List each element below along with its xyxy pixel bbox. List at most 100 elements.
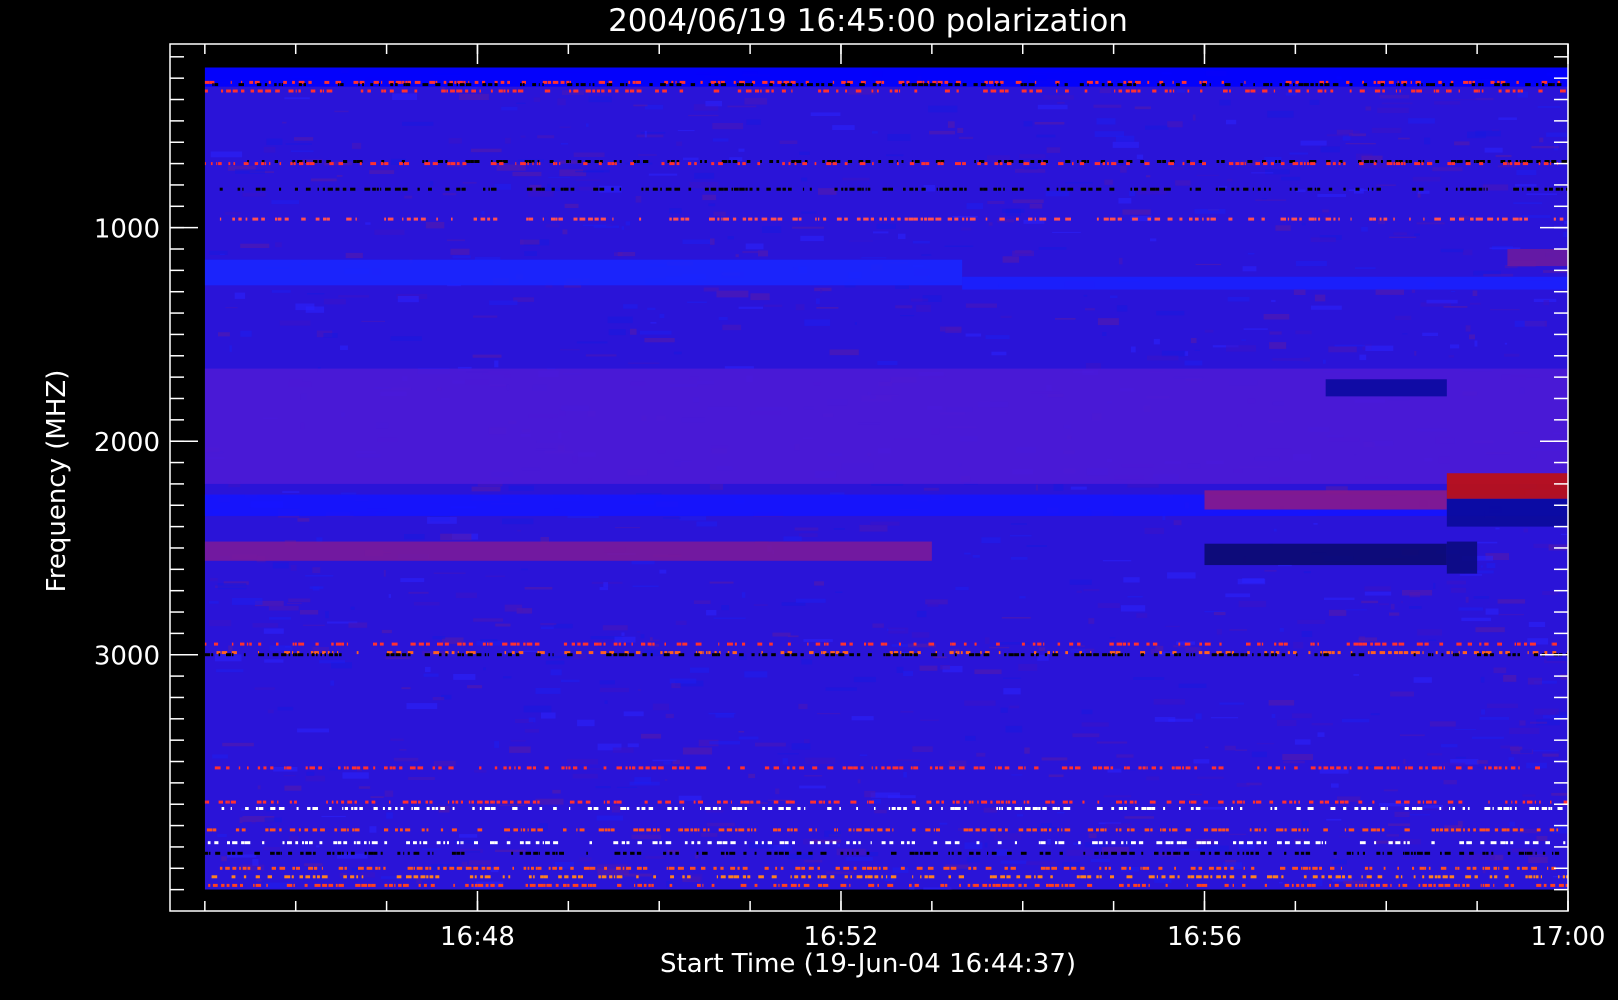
- noise-cell: [316, 537, 323, 543]
- line-segment: [697, 800, 703, 804]
- noise-cell: [504, 137, 511, 144]
- line-segment: [346, 766, 349, 770]
- noise-cell: [283, 774, 296, 777]
- line-segment: [1131, 89, 1137, 93]
- noise-cell: [1295, 330, 1312, 335]
- line-segment: [655, 89, 659, 93]
- noise-cell: [1085, 363, 1101, 370]
- line-segment: [1178, 642, 1181, 646]
- line-segment: [1483, 187, 1485, 191]
- line-segment: [1061, 828, 1063, 832]
- line-segment: [1486, 851, 1489, 855]
- line-segment: [226, 883, 230, 887]
- noise-cell: [1465, 325, 1471, 332]
- line-segment: [788, 162, 791, 166]
- line-segment: [849, 883, 851, 887]
- line-segment: [1179, 807, 1181, 810]
- line-segment: [340, 828, 347, 832]
- noise-cell: [753, 604, 768, 606]
- line-segment: [853, 866, 857, 870]
- line-segment: [593, 807, 599, 810]
- line-segment: [1358, 653, 1365, 657]
- line-segment: [825, 841, 830, 845]
- line-segment: [628, 80, 631, 84]
- line-segment: [1374, 642, 1381, 646]
- line-segment: [262, 841, 265, 845]
- line-segment: [1301, 866, 1303, 870]
- line-segment: [1034, 883, 1040, 887]
- line-segment: [1560, 89, 1566, 93]
- line-segment: [1084, 89, 1088, 93]
- line-segment: [740, 800, 744, 804]
- noise-cell: [1400, 600, 1404, 604]
- noise-cell: [390, 336, 422, 341]
- line-segment: [713, 866, 717, 870]
- line-segment: [410, 642, 416, 646]
- line-segment: [455, 800, 459, 804]
- line-segment: [617, 883, 622, 887]
- line-segment: [537, 828, 543, 832]
- noise-cell: [900, 315, 915, 317]
- line-segment: [577, 160, 582, 163]
- line-segment: [461, 187, 466, 191]
- noise-cell: [1463, 853, 1495, 860]
- noise-cell: [1072, 733, 1100, 738]
- line-segment: [778, 851, 784, 855]
- line-segment: [1433, 800, 1437, 804]
- line-segment: [1375, 883, 1380, 887]
- noise-cell: [423, 673, 439, 677]
- line-segment: [565, 766, 568, 770]
- line-segment: [1377, 875, 1383, 879]
- line-segment: [451, 651, 455, 655]
- line-segment: [847, 160, 853, 163]
- line-segment: [1416, 651, 1420, 655]
- line-segment: [538, 883, 544, 887]
- line-segment: [948, 875, 951, 879]
- line-segment: [1054, 883, 1060, 887]
- line-segment: [540, 875, 544, 879]
- line-segment: [704, 160, 707, 163]
- noise-cell: [1229, 629, 1247, 631]
- line-segment: [1092, 841, 1098, 845]
- line-segment: [1503, 866, 1509, 870]
- line-segment: [1256, 841, 1262, 845]
- noise-cell: [502, 518, 534, 525]
- line-segment: [1439, 642, 1444, 646]
- noise-cell: [257, 785, 261, 790]
- line-segment: [1169, 89, 1172, 93]
- line-segment: [988, 883, 991, 887]
- line-segment: [1162, 160, 1166, 163]
- line-segment: [1071, 866, 1077, 870]
- line-segment: [856, 828, 862, 832]
- line-segment: [864, 642, 866, 646]
- noise-cell: [835, 591, 843, 593]
- line-segment: [868, 883, 875, 887]
- line-segment: [1245, 89, 1250, 93]
- line-segment: [878, 160, 882, 163]
- line-segment: [221, 883, 225, 887]
- noise-cell: [989, 646, 1010, 649]
- line-segment: [1162, 851, 1165, 855]
- line-segment: [452, 800, 455, 804]
- line-segment: [1438, 766, 1442, 770]
- line-segment: [1376, 851, 1381, 855]
- line-segment: [773, 883, 777, 887]
- line-segment: [1175, 766, 1181, 770]
- line-segment: [1425, 766, 1428, 770]
- line-segment: [242, 187, 244, 191]
- line-segment: [827, 807, 832, 810]
- line-segment: [1211, 828, 1218, 832]
- line-segment: [687, 162, 692, 166]
- line-segment: [936, 800, 940, 804]
- noise-cell: [706, 810, 724, 813]
- line-segment: [482, 642, 486, 646]
- line-segment: [1102, 162, 1105, 166]
- line-segment: [995, 883, 1001, 887]
- line-segment: [1299, 162, 1303, 166]
- line-segment: [780, 866, 784, 870]
- noise-cell: [1443, 306, 1468, 308]
- line-segment: [326, 800, 328, 804]
- line-segment: [1505, 841, 1509, 845]
- line-segment: [299, 875, 303, 879]
- line-segment: [354, 807, 358, 810]
